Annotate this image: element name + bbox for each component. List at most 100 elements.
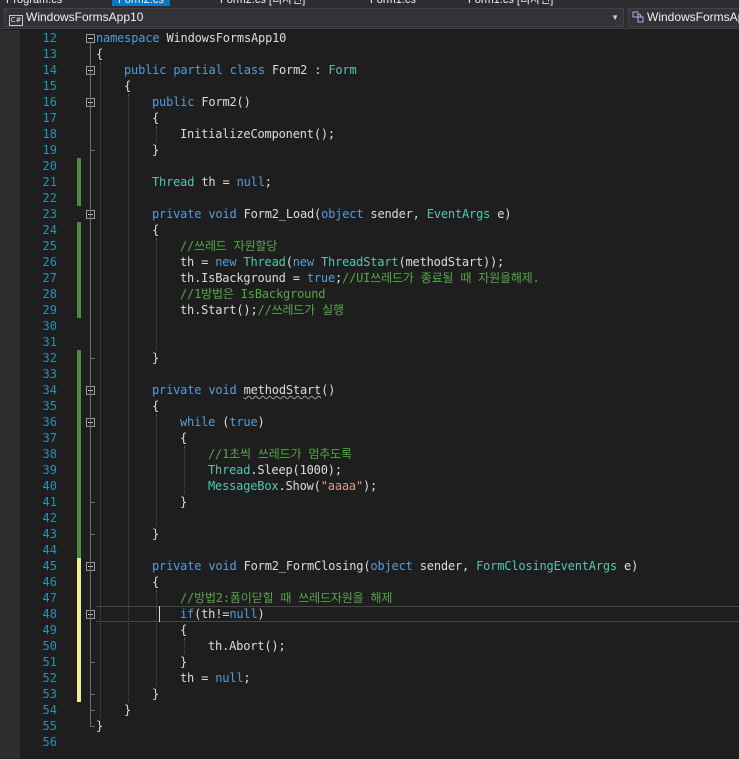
code-text: }	[152, 143, 160, 157]
line-number: 53	[42, 687, 57, 701]
code-line[interactable]: 31	[0, 334, 739, 350]
code-line[interactable]: 28 //1방법은 IsBackground	[0, 286, 739, 302]
unsaved-change-marker	[77, 654, 81, 670]
saved-change-marker	[77, 302, 81, 318]
code-text: private void methodStart()	[152, 383, 336, 397]
code-text: InitializeComponent();	[180, 127, 335, 141]
code-text: while (true)	[180, 415, 265, 429]
code-line[interactable]: 35 {	[0, 398, 739, 414]
code-line[interactable]: 47 //방법2:폼이닫힐 때 쓰레드자원을 해제	[0, 590, 739, 606]
indent-guide	[156, 414, 157, 526]
project-dropdown[interactable]: C# WindowsFormsApp10 ▼	[4, 8, 624, 27]
line-number: 33	[42, 367, 57, 381]
code-text: th = null;	[180, 671, 251, 685]
code-line[interactable]: 38 //1초씩 쓰레드가 멈추도록	[0, 446, 739, 462]
code-line[interactable]: 26 th = new Thread(new ThreadStart(method…	[0, 254, 739, 270]
code-text: {	[96, 47, 104, 61]
code-text: //방법2:폼이닫힐 때 쓰레드자원을 해제	[180, 591, 393, 605]
code-line[interactable]: 41}	[0, 494, 739, 510]
code-line[interactable]: 19}	[0, 142, 739, 158]
code-line[interactable]: 34 private void methodStart()	[0, 382, 739, 398]
line-number: 15	[42, 79, 57, 93]
outline-end	[90, 150, 95, 151]
code-line[interactable]: 27 th.IsBackground = true;//UI쓰레드가 종료될 때 …	[0, 270, 739, 286]
code-line[interactable]: 24 {	[0, 222, 739, 238]
saved-change-marker	[77, 542, 81, 558]
code-line[interactable]: 16 public Form2()	[0, 94, 739, 110]
code-line[interactable]: 13 {	[0, 46, 739, 62]
code-line[interactable]: 52 th = null;	[0, 670, 739, 686]
code-line[interactable]: 54}	[0, 702, 739, 718]
line-number: 28	[42, 287, 57, 301]
line-number: 36	[42, 415, 57, 429]
code-text: private void Form2_Load(object sender, E…	[152, 207, 512, 221]
unsaved-change-marker	[77, 622, 81, 638]
indent-guide	[184, 446, 185, 494]
code-line[interactable]: 49 {	[0, 622, 739, 638]
code-line[interactable]: 50 th.Abort();	[0, 638, 739, 654]
saved-change-marker	[77, 494, 81, 510]
code-line[interactable]: 55}	[0, 718, 739, 734]
code-text: {	[180, 623, 188, 637]
code-line[interactable]: 14 public partial class Form2 : Form	[0, 62, 739, 78]
line-number: 48	[42, 607, 57, 621]
code-line[interactable]: 42	[0, 510, 739, 526]
line-number: 26	[42, 255, 57, 269]
line-number: 12	[42, 31, 57, 45]
saved-change-marker	[77, 190, 81, 206]
code-line[interactable]: 23 private void Form2_Load(object sender,…	[0, 206, 739, 222]
line-number: 51	[42, 655, 57, 669]
code-line[interactable]: 33	[0, 366, 739, 382]
code-text: }	[180, 495, 188, 509]
code-line[interactable]: 12 namespace WindowsFormsApp10	[0, 30, 739, 46]
code-line[interactable]: 36 while (true)	[0, 414, 739, 430]
code-editor[interactable]: 12 namespace WindowsFormsApp10 13 {14 public…	[0, 30, 739, 759]
line-number: 23	[42, 207, 57, 221]
code-line[interactable]: 20	[0, 158, 739, 174]
code-line[interactable]: 51}	[0, 654, 739, 670]
code-text: {	[124, 79, 132, 93]
saved-change-marker	[77, 174, 81, 190]
line-number: 19	[42, 143, 57, 157]
collapse-icon[interactable]	[86, 34, 95, 43]
code-line[interactable]: 21 Thread th = null;	[0, 174, 739, 190]
unsaved-change-marker	[77, 574, 81, 590]
line-number: 41	[42, 495, 57, 509]
saved-change-marker	[77, 462, 81, 478]
line-number: 20	[42, 159, 57, 173]
code-text: Thread.Sleep(1000);	[208, 463, 342, 477]
code-line[interactable]: 40 MessageBox.Show("aaaa");	[0, 478, 739, 494]
code-line[interactable]: 15 {	[0, 78, 739, 94]
line-number: 56	[42, 735, 57, 749]
saved-change-marker	[77, 398, 81, 414]
code-line[interactable]: 56	[0, 734, 739, 750]
outline-end	[90, 502, 95, 503]
line-number: 40	[42, 479, 57, 493]
code-line[interactable]: 30	[0, 318, 739, 334]
code-line[interactable]: 25 //쓰레드 자원할당	[0, 238, 739, 254]
code-line[interactable]: 46 {	[0, 574, 739, 590]
code-line[interactable]: 44	[0, 542, 739, 558]
code-text: th = new Thread(new ThreadStart(methodSt…	[180, 255, 505, 269]
code-line[interactable]: 18 InitializeComponent();	[0, 126, 739, 142]
csharp-project-icon: C#	[9, 15, 23, 26]
code-line[interactable]: 53}	[0, 686, 739, 702]
code-line[interactable]: 37 {	[0, 430, 739, 446]
code-line[interactable]: 29 th.Start();//쓰레드가 실행	[0, 302, 739, 318]
code-line[interactable]: 39 Thread.Sleep(1000);	[0, 462, 739, 478]
line-number: 30	[42, 319, 57, 333]
code-line[interactable]: 32}	[0, 350, 739, 366]
code-line[interactable]: 22	[0, 190, 739, 206]
unsaved-change-marker	[77, 606, 81, 622]
line-number: 45	[42, 559, 57, 573]
outline-end	[90, 726, 95, 727]
outline-end	[90, 534, 95, 535]
code-line[interactable]: 43}	[0, 526, 739, 542]
code-line[interactable]: 45 private void Form2_FormClosing(object …	[0, 558, 739, 574]
code-text: //1초씩 쓰레드가 멈추도록	[208, 447, 352, 461]
code-line[interactable]: 48 if(th!=null)	[0, 606, 739, 622]
saved-change-marker	[77, 478, 81, 494]
code-line[interactable]: 17 {	[0, 110, 739, 126]
code-text: MessageBox.Show("aaaa");	[208, 479, 378, 493]
class-dropdown[interactable]: WindowsFormsApp10.Form2	[628, 8, 739, 27]
